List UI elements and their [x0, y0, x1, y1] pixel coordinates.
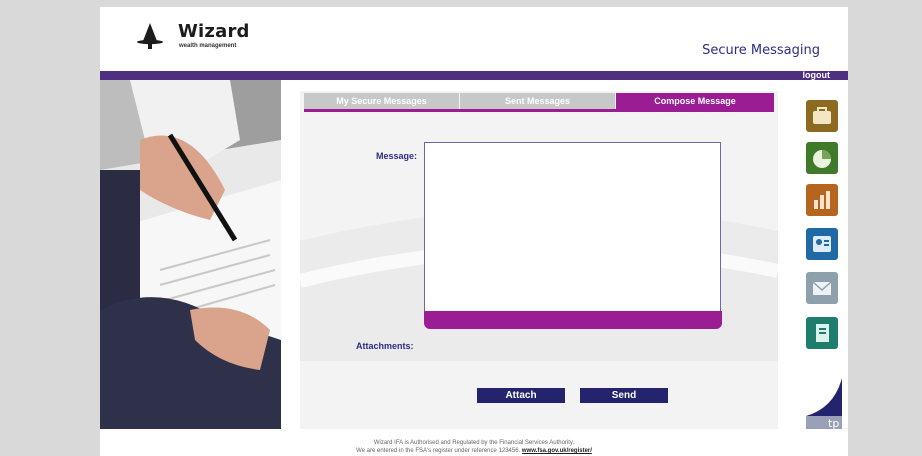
briefcase-icon[interactable] — [806, 100, 838, 132]
hero-photo — [100, 80, 281, 429]
footer: Wizard IFA is Authorised and Regulated b… — [100, 439, 848, 455]
bar-chart-icon[interactable] — [806, 184, 838, 216]
attachments-label: Attachments: — [356, 341, 414, 351]
document-icon[interactable] — [806, 317, 838, 349]
footer-line-1: Wizard IFA is Authorised and Regulated b… — [373, 440, 575, 446]
page-container: Wizard wealth management Secure Messagin… — [100, 7, 848, 456]
brand-name: Wizard — [178, 21, 250, 42]
message-box-footer — [424, 311, 722, 329]
brand-logo[interactable]: Wizard wealth management — [136, 20, 256, 54]
top-bar — [100, 71, 848, 80]
pie-chart-icon[interactable] — [806, 142, 838, 174]
tab-bar: My Secure Messages Sent Messages Compose… — [304, 93, 774, 109]
compose-panel: My Secure Messages Sent Messages Compose… — [300, 91, 778, 429]
tab-compose-message[interactable]: Compose Message — [616, 93, 774, 109]
attach-button[interactable]: Attach — [477, 388, 565, 403]
tab-underline — [304, 109, 774, 112]
app-title: Secure Messaging — [702, 43, 820, 58]
contacts-icon[interactable] — [806, 228, 838, 260]
logout-link[interactable]: logout — [803, 70, 831, 80]
powered-by-badge[interactable]: tp — [806, 378, 842, 430]
envelope-icon[interactable] — [806, 272, 838, 304]
brand-tagline: wealth management — [179, 43, 237, 49]
wizard-hat-icon — [137, 23, 163, 49]
send-button[interactable]: Send — [580, 388, 668, 403]
footer-line-2-text: We are entered in the FSA's register und… — [356, 448, 521, 454]
footer-line-2: We are entered in the FSA's register und… — [100, 447, 848, 455]
message-label: Message: — [376, 151, 418, 161]
message-textarea[interactable] — [424, 142, 721, 312]
tab-my-secure-messages[interactable]: My Secure Messages — [304, 93, 460, 109]
powered-by-label: tp — [828, 417, 839, 429]
tab-sent-messages[interactable]: Sent Messages — [460, 93, 616, 109]
fsa-register-link[interactable]: www.fsa.gov.uk/register/ — [522, 448, 592, 454]
